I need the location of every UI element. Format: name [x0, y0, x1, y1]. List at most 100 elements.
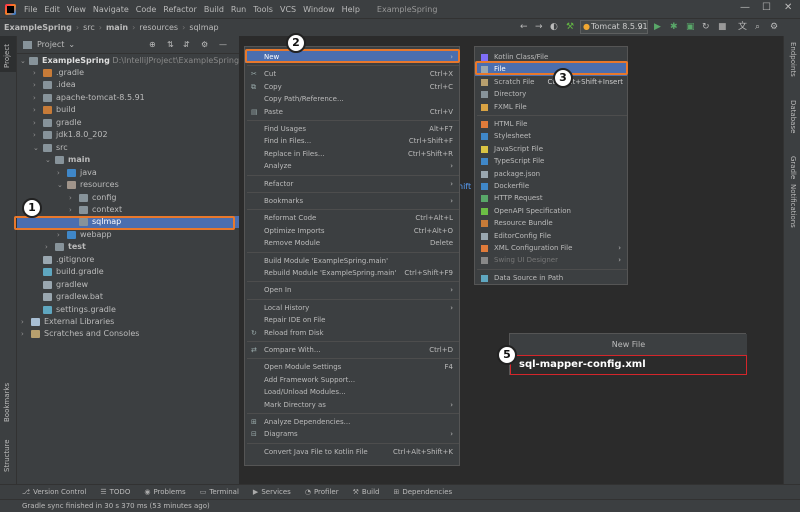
- new-submenu-item-fxml-file[interactable]: FXML File: [475, 101, 627, 113]
- context-menu-item-find-in-files[interactable]: Find in Files... Ctrl+Shift+F: [245, 135, 459, 147]
- context-menu-item-convert-java-file-to-kotlin-file[interactable]: Convert Java File to Kotlin File Ctrl+Alt…: [245, 446, 459, 458]
- context-menu-item-diagrams[interactable]: ⊟ Diagrams ›: [245, 428, 459, 440]
- notifications-tool-label[interactable]: Notifications: [789, 184, 797, 228]
- database-tool-label[interactable]: Database: [789, 100, 797, 133]
- bottom-tool-version-control[interactable]: ⎇ Version Control: [22, 488, 86, 496]
- context-menu-item-open-module-settings[interactable]: Open Module Settings F4: [245, 361, 459, 373]
- tree-row-gradlew[interactable]: gradlew: [17, 279, 239, 291]
- chevron-down-icon[interactable]: ⌄: [33, 142, 39, 154]
- debug-icon[interactable]: ✱: [670, 21, 678, 33]
- new-submenu-item-xml-configuration-file[interactable]: XML Configuration File ›: [475, 242, 627, 254]
- new-submenu-item-dockerfile[interactable]: Dockerfile: [475, 180, 627, 192]
- chevron-right-icon[interactable]: ›: [33, 104, 36, 116]
- context-menu-item-build-module-examplespring-main[interactable]: Build Module 'ExampleSpring.main': [245, 255, 459, 267]
- bottom-tool-dependencies[interactable]: ⊞ Dependencies: [393, 488, 452, 496]
- endpoints-tool-label[interactable]: Endpoints: [789, 42, 797, 77]
- new-submenu-item-stylesheet[interactable]: Stylesheet: [475, 130, 627, 142]
- tree-row-src[interactable]: ⌄ src: [17, 142, 239, 154]
- new-submenu-item-scratch-file[interactable]: Scratch File Ctrl+Alt+Shift+Insert: [475, 76, 627, 88]
- search-everywhere-icon[interactable]: ⌕: [755, 21, 760, 33]
- gradle-tool-label[interactable]: Gradle: [789, 156, 797, 179]
- tree-row--gradle[interactable]: › .gradle: [17, 67, 239, 79]
- chevron-right-icon[interactable]: ›: [57, 229, 60, 241]
- context-menu-item-mark-directory-as[interactable]: Mark Directory as ›: [245, 399, 459, 411]
- new-submenu-item-javascript-file[interactable]: JavaScript File: [475, 143, 627, 155]
- context-menu-item-repair-ide-on-file[interactable]: Repair IDE on File: [245, 314, 459, 326]
- new-submenu-item-editorconfig-file[interactable]: EditorConfig File: [475, 230, 627, 242]
- menu-refactor[interactable]: Refactor: [163, 5, 197, 14]
- file-name-input[interactable]: sql-mapper-config.xml: [510, 355, 747, 375]
- tree-row-jdk1-8-0-202[interactable]: › jdk1.8.0_202: [17, 129, 239, 141]
- new-submenu-item-package-json[interactable]: package.json: [475, 168, 627, 180]
- chevron-right-icon[interactable]: ›: [57, 167, 60, 179]
- chevron-right-icon[interactable]: ›: [45, 241, 48, 253]
- chevron-down-icon[interactable]: ⌄: [68, 40, 75, 49]
- menu-tools[interactable]: Tools: [253, 5, 273, 14]
- tree-row-context[interactable]: › context: [17, 204, 239, 216]
- context-menu-item-open-in[interactable]: Open In ›: [245, 284, 459, 296]
- translate-icon[interactable]: 文: [738, 21, 747, 33]
- bottom-tool-build[interactable]: ⚒ Build: [353, 488, 380, 496]
- context-menu-item-replace-in-files[interactable]: Replace in Files... Ctrl+Shift+R: [245, 148, 459, 160]
- menu-run[interactable]: Run: [231, 5, 246, 14]
- context-menu-item-remove-module[interactable]: Remove Module Delete: [245, 237, 459, 249]
- menu-view[interactable]: View: [67, 5, 86, 14]
- tree-root-row[interactable]: ⌄ ExampleSpring D:\IntelliJProject\Examp…: [17, 55, 239, 67]
- menu-window[interactable]: Window: [303, 5, 335, 14]
- new-submenu-item-directory[interactable]: Directory: [475, 88, 627, 100]
- minimize-button[interactable]: —: [740, 2, 750, 13]
- menu-vcs[interactable]: VCS: [280, 5, 296, 14]
- chevron-right-icon[interactable]: ›: [33, 92, 36, 104]
- new-submenu-item-resource-bundle[interactable]: Resource Bundle: [475, 217, 627, 229]
- tree-row--idea[interactable]: › .idea: [17, 79, 239, 91]
- tree-row-build-gradle[interactable]: build.gradle: [17, 266, 239, 278]
- bookmarks-tool-label[interactable]: Bookmarks: [3, 383, 11, 422]
- breadcrumb-src[interactable]: src: [83, 23, 95, 32]
- chevron-right-icon[interactable]: ›: [21, 316, 24, 328]
- maximize-button[interactable]: ☐: [762, 2, 771, 13]
- context-menu-item-cut[interactable]: ✂ Cut Ctrl+X: [245, 68, 459, 80]
- tree-row-apache-tomcat-8-5-91[interactable]: › apache-tomcat-8.5.91: [17, 92, 239, 104]
- context-menu-item-refactor[interactable]: Refactor ›: [245, 178, 459, 190]
- new-submenu-item-swing-ui-designer[interactable]: Swing UI Designer ›: [475, 254, 627, 266]
- tree-row-external-libraries[interactable]: › External Libraries: [17, 316, 239, 328]
- run-configuration-select[interactable]: ● Tomcat 8.5.91 ⌄: [580, 20, 648, 34]
- context-menu-item-copy[interactable]: ⧉ Copy Ctrl+C: [245, 81, 459, 93]
- context-menu-item-add-framework-support[interactable]: Add Framework Support...: [245, 374, 459, 386]
- context-menu-item-local-history[interactable]: Local History ›: [245, 302, 459, 314]
- tree-row-scratches-and-consoles[interactable]: › Scratches and Consoles: [17, 328, 239, 340]
- run-icon[interactable]: ▶: [654, 21, 661, 33]
- chevron-down-icon[interactable]: ⌄: [45, 154, 51, 166]
- chevron-right-icon[interactable]: ›: [69, 204, 72, 216]
- tree-row-settings-gradle[interactable]: settings.gradle: [17, 304, 239, 316]
- menu-navigate[interactable]: Navigate: [93, 5, 129, 14]
- chevron-right-icon[interactable]: ›: [69, 192, 72, 204]
- forward-icon[interactable]: →: [535, 21, 543, 33]
- tree-row-main[interactable]: ⌄ main: [17, 154, 239, 166]
- back-icon[interactable]: ←: [520, 21, 528, 33]
- structure-tool-label[interactable]: Structure: [3, 439, 11, 472]
- new-submenu-item-data-source-in-path[interactable]: Data Source in Path: [475, 272, 627, 284]
- menu-file[interactable]: File: [24, 5, 37, 14]
- profile-icon[interactable]: ◐: [550, 21, 558, 33]
- bottom-tool-services[interactable]: ▶ Services: [253, 488, 291, 496]
- tree-row-gradle[interactable]: › gradle: [17, 117, 239, 129]
- collapse-all-icon[interactable]: ⇵: [183, 40, 190, 49]
- menu-build[interactable]: Build: [204, 5, 224, 14]
- hide-panel-icon[interactable]: —: [219, 40, 227, 49]
- settings-icon[interactable]: ⚙: [770, 21, 778, 33]
- context-menu-item-rebuild-module-examplespring-main[interactable]: Rebuild Module 'ExampleSpring.main' Ctrl+…: [245, 267, 459, 279]
- stop-icon[interactable]: ■: [718, 21, 727, 33]
- new-submenu-item-openapi-specification[interactable]: OpenAPI Specification: [475, 205, 627, 217]
- chevron-down-icon[interactable]: ⌄: [20, 55, 26, 67]
- breadcrumb-sqlmap[interactable]: sqlmap: [189, 23, 218, 32]
- tree-row-resources[interactable]: ⌄ resources: [17, 179, 239, 191]
- new-submenu-item-http-request[interactable]: HTTP Request: [475, 192, 627, 204]
- chevron-right-icon[interactable]: ›: [33, 117, 36, 129]
- tree-row--gitignore[interactable]: .gitignore: [17, 254, 239, 266]
- bottom-tool-profiler[interactable]: ◔ Profiler: [305, 488, 339, 496]
- bottom-tool-problems[interactable]: ◉ Problems: [144, 488, 185, 496]
- context-menu-item-bookmarks[interactable]: Bookmarks ›: [245, 195, 459, 207]
- select-opened-file-icon[interactable]: ⊕: [149, 40, 156, 49]
- breadcrumb-resources[interactable]: resources: [139, 23, 178, 32]
